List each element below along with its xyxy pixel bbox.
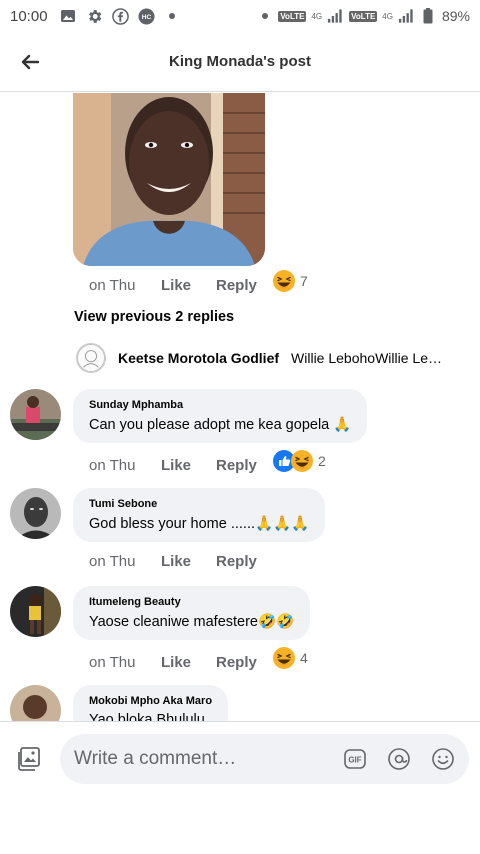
photo-gallery-icon <box>18 747 40 771</box>
reaction-count: 4 <box>300 650 308 666</box>
reply-button[interactable]: Reply <box>216 654 272 671</box>
reply-text: Willie LebohoWillie Leboho <box>291 350 447 366</box>
more-notifications-dot-icon <box>164 8 181 25</box>
comment-text: Yao bloka Bhululu <box>89 712 205 721</box>
reactions[interactable]: 2 <box>272 449 326 473</box>
comment-time: on Thu <box>89 276 136 294</box>
reaction-count: 2 <box>318 453 326 469</box>
signal-icon <box>327 8 344 25</box>
comment-text: Yaose cleaniwe mafestere🤣🤣 <box>89 614 295 630</box>
comment-composer: Write a comment… GIF <box>0 721 480 795</box>
haha-reaction-icon <box>291 450 313 472</box>
reactions[interactable]: 4 <box>272 646 308 670</box>
mention-icon[interactable] <box>387 747 411 771</box>
status-time: 10:00 <box>10 7 48 25</box>
reactions[interactable]: 7 <box>272 269 308 293</box>
back-arrow-icon <box>21 54 39 70</box>
system-status: VoLTE 4G VoLTE 4G 89% <box>256 8 470 25</box>
volte-badge: VoLTE <box>278 10 307 22</box>
reply-button[interactable]: Reply <box>216 553 272 570</box>
like-button[interactable]: Like <box>161 277 216 294</box>
like-button[interactable]: Like <box>161 654 216 671</box>
comment-input[interactable]: Write a comment… GIF <box>60 734 469 784</box>
view-previous-replies-link[interactable]: View previous 2 replies <box>74 309 234 325</box>
volte-badge-2: VoLTE <box>349 10 378 22</box>
comment-bubble[interactable]: Sunday Mphamba Can you please adopt me k… <box>73 389 368 443</box>
avatar[interactable] <box>10 389 61 440</box>
reply-preview[interactable]: Keetse Morotola Godlief Willie LebohoWil… <box>76 343 456 373</box>
back-button[interactable] <box>14 46 46 78</box>
comment-bubble[interactable]: Tumi Sebone God bless your home ......🙏🙏… <box>73 488 326 542</box>
reply-avatar <box>76 343 106 373</box>
add-photo-button[interactable] <box>16 746 42 772</box>
like-button[interactable]: Like <box>161 553 216 570</box>
comment-actions: on Thu Like Reply 7 <box>89 270 308 297</box>
signal-icon-2 <box>398 8 415 25</box>
composer-icons: GIF <box>343 747 455 771</box>
gif-icon[interactable]: GIF <box>343 747 367 771</box>
settings-icon <box>86 8 103 25</box>
battery-icon <box>420 8 437 25</box>
emoji-icon[interactable] <box>431 747 455 771</box>
network-type-2: 4G <box>382 11 393 21</box>
app-header: King Monada's post <box>0 32 480 92</box>
avatar[interactable] <box>10 586 61 637</box>
comment-time: on Thu <box>89 456 136 474</box>
notification-dot-icon <box>256 8 273 25</box>
avatar[interactable] <box>10 488 61 539</box>
comment-photo[interactable] <box>73 93 265 266</box>
comment-bubble[interactable]: Mokobi Mpho Aka Maro Yao bloka Bhululu <box>73 685 229 721</box>
comment-bubble[interactable]: Itumeleng Beauty Yaose cleaniwe mafester… <box>73 586 311 640</box>
battery-percent: 89% <box>441 8 470 24</box>
svg-text:HC: HC <box>141 13 151 20</box>
comment-actions: on Thu Like Reply 2 <box>89 450 326 477</box>
reaction-count: 7 <box>300 273 308 289</box>
reply-button[interactable]: Reply <box>216 457 272 474</box>
reply-button[interactable]: Reply <box>216 277 272 294</box>
comment-actions: on Thu Like Reply 4 <box>89 647 308 674</box>
page-title: King Monada's post <box>169 53 311 70</box>
haha-reaction-icon <box>273 647 295 669</box>
gallery-icon <box>60 8 77 25</box>
svg-text:GIF: GIF <box>348 756 361 765</box>
hc-app-icon: HC <box>138 7 155 25</box>
comments-feed[interactable]: on Thu Like Reply 7 View previous 2 repl… <box>0 93 480 721</box>
comment-author[interactable]: Sunday Mphamba <box>89 399 351 411</box>
avatar[interactable] <box>10 685 61 721</box>
notification-icons: HC <box>60 7 181 25</box>
comment-actions: on Thu Like Reply <box>89 553 272 570</box>
haha-reaction-icon <box>273 270 295 292</box>
comment-time: on Thu <box>89 653 136 671</box>
facebook-notification-icon <box>111 7 129 25</box>
comment-text: Can you please adopt me kea gopela 🙏 <box>89 417 352 433</box>
comment-time: on Thu <box>89 553 136 570</box>
network-type: 4G <box>311 11 323 21</box>
comment-author[interactable]: Tumi Sebone <box>89 498 309 510</box>
comment-placeholder: Write a comment… <box>74 748 237 769</box>
reply-author[interactable]: Keetse Morotola Godlief <box>118 350 279 366</box>
comment-author[interactable]: Itumeleng Beauty <box>89 596 294 608</box>
like-button[interactable]: Like <box>161 457 216 474</box>
comment-text: God bless your home ......🙏🙏🙏 <box>89 516 310 532</box>
status-bar: 10:00 HC VoLTE 4G VoLTE 4G 89% <box>0 0 480 32</box>
comment-author[interactable]: Mokobi Mpho Aka Maro <box>89 695 212 707</box>
